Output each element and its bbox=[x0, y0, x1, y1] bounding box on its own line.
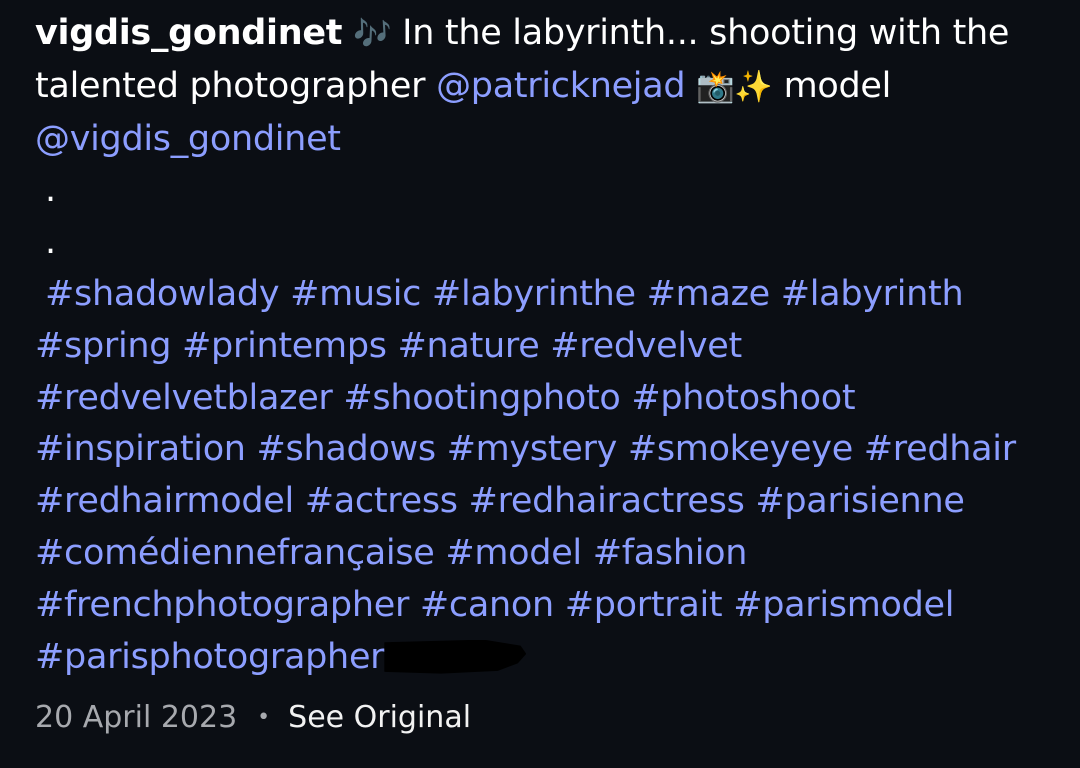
hashtag-link[interactable]: #inspiration bbox=[35, 429, 246, 469]
hashtag-link[interactable]: #parisienne bbox=[755, 481, 965, 521]
post-date: 20 April 2023 bbox=[35, 700, 238, 735]
hashtag-link[interactable]: #redhairactress bbox=[469, 481, 745, 521]
hashtag-link[interactable]: #shootingphoto bbox=[343, 378, 620, 418]
hashtag-link[interactable]: #canon bbox=[420, 585, 554, 625]
hashtag-link[interactable]: #actress bbox=[305, 481, 458, 521]
caption-line-3: @vigdis_gondinet bbox=[35, 114, 1065, 166]
hashtag-link[interactable]: #spring bbox=[35, 326, 172, 366]
hashtag-line: #redhairmodel #actress #redhairactress #… bbox=[35, 476, 1065, 528]
hashtag-line: #comédiennefrançaise #model #fashion bbox=[35, 528, 1065, 580]
hashtag-link[interactable]: #frenchphotographer bbox=[35, 585, 409, 625]
mention-model-link[interactable]: @vigdis_gondinet bbox=[35, 119, 341, 159]
camera-sparkle-emoji: 📸✨ bbox=[696, 68, 773, 105]
hashtag-link[interactable]: #music bbox=[290, 274, 421, 314]
bullet-separator: • bbox=[257, 705, 271, 730]
hashtag-line: #spring #printemps #nature #redvelvet bbox=[35, 321, 1065, 373]
hashtag-link[interactable]: #redhair bbox=[864, 429, 1016, 469]
hashtag-line: #frenchphotographer #canon #portrait #pa… bbox=[35, 580, 1065, 632]
caption-text: model bbox=[783, 65, 892, 106]
hashtag-link[interactable]: #nature bbox=[398, 326, 540, 366]
hashtag-link[interactable]: #fashion bbox=[593, 533, 748, 573]
hashtag-link[interactable]: #mystery bbox=[447, 429, 618, 469]
caption-line-1: vigdis_gondinet 🎶 In the labyrinth... sh… bbox=[35, 8, 1065, 61]
caption-line-2: talented photographer @patricknejad 📸✨ m… bbox=[35, 61, 1065, 114]
hashtag-link[interactable]: #smokeyeye bbox=[628, 429, 853, 469]
dot-separator: . bbox=[45, 222, 56, 263]
hashtag-line: #parisphotographer bbox=[35, 632, 1065, 684]
dot-separator: . bbox=[45, 170, 56, 211]
post-caption: vigdis_gondinet 🎶 In the labyrinth... sh… bbox=[35, 8, 1065, 683]
mention-photographer-link[interactable]: @patricknejad bbox=[436, 66, 686, 106]
hashtag-link[interactable]: #model bbox=[445, 533, 582, 573]
hashtag-link[interactable]: #printemps bbox=[182, 326, 387, 366]
hashtag-link[interactable]: #shadowlady bbox=[45, 274, 280, 314]
username-link[interactable]: vigdis_gondinet bbox=[35, 13, 343, 53]
musical-notes-emoji: 🎶 bbox=[353, 16, 392, 52]
hashtag-line: #inspiration #shadows #mystery #smokeyey… bbox=[35, 424, 1065, 476]
hashtag-link[interactable]: #shadows bbox=[257, 429, 437, 469]
hashtag-link[interactable]: #redvelvetblazer bbox=[35, 378, 333, 418]
hashtag-line: #shadowlady #music #labyrinthe #maze #la… bbox=[35, 269, 1065, 321]
caption-text: In the labyrinth... shooting with the bbox=[402, 13, 1010, 53]
hashtag-link[interactable]: #labyrinthe bbox=[432, 274, 636, 314]
hashtag-link[interactable]: #maze bbox=[647, 274, 771, 314]
hashtag-link[interactable]: #parismodel bbox=[733, 585, 954, 625]
hashtag-link[interactable]: #comédiennefrançaise bbox=[35, 533, 435, 573]
hashtag-link[interactable]: #portrait bbox=[565, 585, 723, 625]
hashtag-link[interactable]: #redvelvet bbox=[550, 326, 742, 366]
hashtag-link[interactable]: #labyrinth bbox=[781, 274, 964, 314]
redaction-mark bbox=[384, 639, 527, 674]
hashtag-line: #redvelvetblazer #shootingphoto #photosh… bbox=[35, 373, 1065, 425]
see-original-button[interactable]: See Original bbox=[288, 698, 471, 738]
caption-text: talented photographer bbox=[35, 65, 426, 106]
post-footer: 20 April 2023 • See Original bbox=[35, 698, 471, 738]
hashtag-link[interactable]: #redhairmodel bbox=[35, 481, 294, 521]
hashtag-link[interactable]: #photoshoot bbox=[631, 378, 855, 418]
hashtag-link[interactable]: #parisphotographer bbox=[35, 637, 385, 677]
